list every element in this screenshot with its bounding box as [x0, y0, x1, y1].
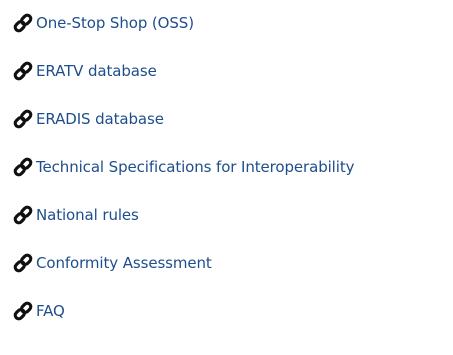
link-icon — [12, 205, 34, 225]
useful-links-list: One-Stop Shop (OSS) ERATV database ERADI… — [12, 13, 453, 349]
link-conformity-assessment[interactable]: Conformity Assessment — [12, 253, 212, 273]
link-item-national-rules: National rules — [12, 205, 453, 253]
link-label: FAQ — [36, 302, 65, 320]
link-tsi[interactable]: Technical Specifications for Interoperab… — [12, 157, 354, 177]
link-item-oss: One-Stop Shop (OSS) — [12, 13, 453, 61]
link-label: One-Stop Shop (OSS) — [36, 14, 194, 32]
link-icon — [12, 301, 34, 321]
link-icon — [12, 109, 34, 129]
link-item-conformity-assessment: Conformity Assessment — [12, 253, 453, 301]
link-item-tsi: Technical Specifications for Interoperab… — [12, 157, 453, 205]
link-label: Conformity Assessment — [36, 254, 212, 272]
link-label: ERADIS database — [36, 110, 164, 128]
link-icon — [12, 61, 34, 81]
link-icon — [12, 157, 34, 177]
link-item-faq: FAQ — [12, 301, 453, 349]
link-label: Technical Specifications for Interoperab… — [36, 158, 355, 176]
link-icon — [12, 253, 34, 273]
link-item-eratv: ERATV database — [12, 61, 453, 109]
link-label: ERATV database — [36, 62, 157, 80]
link-oss[interactable]: One-Stop Shop (OSS) — [12, 13, 194, 33]
link-faq[interactable]: FAQ — [12, 301, 65, 321]
link-eratv[interactable]: ERATV database — [12, 61, 157, 81]
link-national-rules[interactable]: National rules — [12, 205, 139, 225]
link-icon — [12, 13, 34, 33]
link-eradis[interactable]: ERADIS database — [12, 109, 164, 129]
link-label: National rules — [36, 206, 139, 224]
link-item-eradis: ERADIS database — [12, 109, 453, 157]
